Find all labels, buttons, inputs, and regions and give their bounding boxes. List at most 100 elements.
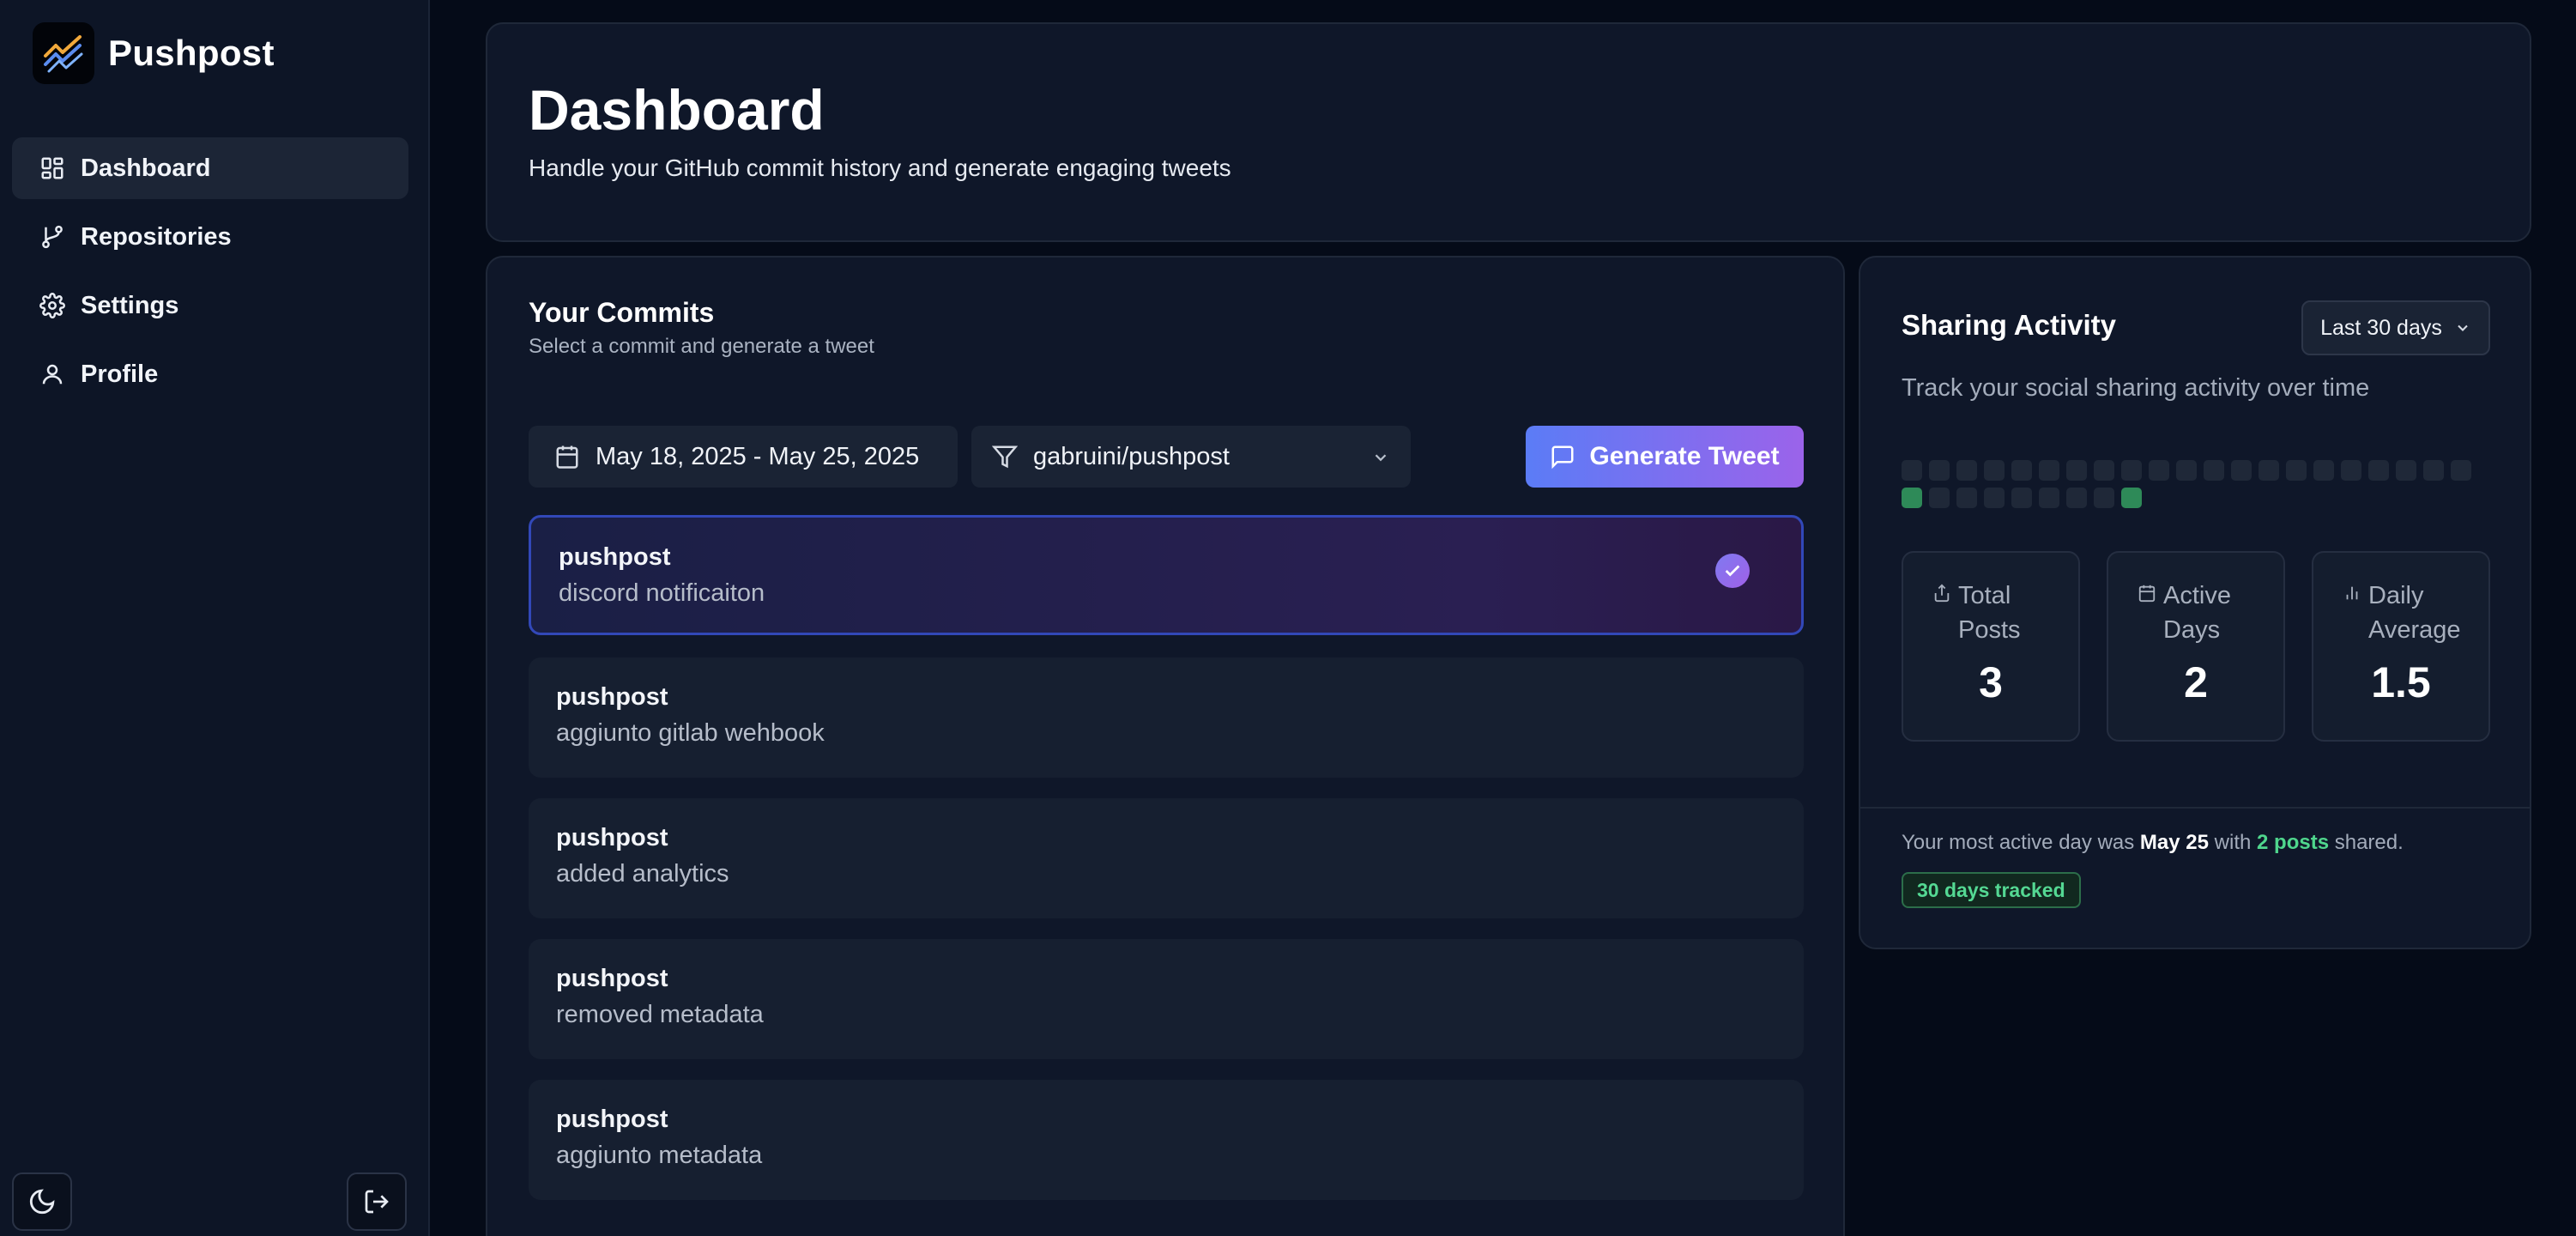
page-title: Dashboard bbox=[529, 78, 825, 142]
heatmap-day-cell[interactable] bbox=[2313, 460, 2334, 481]
chevron-down-icon bbox=[1375, 454, 1387, 462]
stat-label: Daily Average bbox=[2368, 582, 2461, 644]
repository-filter-value: gabruini/pushpost bbox=[1033, 442, 1230, 470]
time-range-select[interactable]: Last 30 days bbox=[2301, 300, 2490, 355]
git-branch-icon bbox=[42, 225, 63, 249]
commit-repo: pushpost bbox=[556, 1106, 668, 1133]
stat-total-posts: Total Posts 3 bbox=[1902, 551, 2080, 742]
activity-subtitle: Track your social sharing activity over … bbox=[1902, 374, 2370, 402]
commit-item[interactable]: pushpost aggiunto gitlab wehbook bbox=[529, 657, 1804, 778]
heatmap-day-cell[interactable] bbox=[1902, 460, 1922, 481]
commits-title: Your Commits bbox=[529, 297, 715, 328]
commit-repo: pushpost bbox=[556, 683, 668, 711]
sidebar: Pushpost Dashboard Repositories Settings bbox=[0, 0, 430, 1236]
time-range-label: Last 30 days bbox=[2320, 315, 2442, 340]
activity-summary: Your most active day was May 25 with 2 p… bbox=[1902, 831, 2404, 855]
heatmap-day-cell[interactable] bbox=[1984, 460, 2005, 481]
moon-icon bbox=[29, 1189, 55, 1215]
stat-label: Active Days bbox=[2163, 582, 2231, 644]
date-range-picker[interactable]: May 18, 2025 - May 25, 2025 bbox=[529, 426, 958, 488]
days-tracked-badge: 30 days tracked bbox=[1902, 872, 2081, 908]
heatmap-day-cell[interactable] bbox=[2011, 460, 2032, 481]
commit-item[interactable]: pushpost removed metadata bbox=[529, 939, 1804, 1059]
stat-value: 2 bbox=[2184, 658, 2208, 706]
calendar-icon bbox=[556, 445, 578, 469]
commit-message: discord notificaiton bbox=[559, 579, 765, 607]
heatmap-day-cell[interactable] bbox=[2039, 460, 2059, 481]
sidebar-item-repositories[interactable]: Repositories bbox=[12, 206, 408, 268]
heatmap-day-cell[interactable] bbox=[2149, 460, 2169, 481]
sharing-activity-panel: Sharing Activity Last 30 days Track your… bbox=[1859, 256, 2531, 949]
heatmap-day-cell[interactable] bbox=[1929, 460, 1950, 481]
generate-tweet-label: Generate Tweet bbox=[1589, 442, 1780, 470]
logout-icon bbox=[365, 1190, 389, 1214]
heatmap-day-cell[interactable] bbox=[2231, 460, 2252, 481]
calendar-icon bbox=[2138, 585, 2156, 603]
heatmap-day-cell[interactable] bbox=[1956, 488, 1977, 508]
heatmap-day-cell[interactable] bbox=[2121, 460, 2142, 481]
dashboard-icon bbox=[41, 157, 63, 179]
heatmap-day-cell[interactable] bbox=[2368, 460, 2389, 481]
heatmap-day-cell[interactable] bbox=[2341, 460, 2361, 481]
page-header: Dashboard Handle your GitHub commit hist… bbox=[486, 22, 2531, 242]
page-subtitle: Handle your GitHub commit history and ge… bbox=[529, 154, 1231, 181]
heatmap-day-cell[interactable] bbox=[1956, 460, 1977, 481]
logout-button[interactable] bbox=[347, 1172, 407, 1231]
stat-label: Total Posts bbox=[1958, 582, 2021, 644]
generate-tweet-button[interactable]: Generate Tweet bbox=[1526, 426, 1804, 488]
commit-repo: pushpost bbox=[556, 824, 668, 851]
filter-icon bbox=[992, 445, 1018, 469]
heatmap-day-cell[interactable] bbox=[2121, 488, 2142, 508]
commit-item[interactable]: pushpost added analytics bbox=[529, 798, 1804, 918]
sidebar-item-label: Settings bbox=[81, 291, 179, 319]
heatmap-day-cell[interactable] bbox=[1929, 488, 1950, 508]
commit-message: removed metadata bbox=[556, 1001, 764, 1028]
chevron-down-icon bbox=[2458, 324, 2468, 331]
heatmap-day-cell[interactable] bbox=[1902, 488, 1922, 508]
most-active-day: May 25 bbox=[2139, 831, 2209, 854]
sidebar-item-settings[interactable]: Settings bbox=[12, 275, 408, 336]
stat-daily-average: Daily Average 1.5 bbox=[2312, 551, 2490, 742]
theme-toggle-button[interactable] bbox=[12, 1172, 72, 1231]
commits-panel: Your Commits Select a commit and generat… bbox=[486, 256, 1845, 1236]
sidebar-item-label: Dashboard bbox=[81, 154, 211, 182]
commit-repo: pushpost bbox=[559, 543, 671, 571]
message-square-icon bbox=[1551, 445, 1574, 470]
commit-message: aggiunto metadata bbox=[556, 1142, 763, 1169]
heatmap-day-cell[interactable] bbox=[2039, 488, 2059, 508]
sidebar-item-label: Profile bbox=[81, 360, 159, 388]
heatmap-day-cell[interactable] bbox=[2423, 460, 2444, 481]
heatmap-day-cell[interactable] bbox=[2396, 460, 2416, 481]
heatmap-day-cell[interactable] bbox=[2286, 460, 2307, 481]
summary-text: shared. bbox=[2334, 831, 2404, 854]
heatmap-day-cell[interactable] bbox=[2259, 460, 2279, 481]
heatmap-day-cell[interactable] bbox=[2094, 488, 2114, 508]
heatmap-day-cell[interactable] bbox=[2066, 460, 2087, 481]
heatmap-day-cell[interactable] bbox=[2451, 460, 2471, 481]
summary-text: with bbox=[2214, 831, 2252, 854]
brand[interactable]: Pushpost bbox=[33, 22, 275, 84]
heatmap-day-cell[interactable] bbox=[2011, 488, 2032, 508]
user-icon bbox=[42, 364, 63, 385]
heatmap-day-cell[interactable] bbox=[2204, 460, 2224, 481]
commit-item[interactable]: pushpost aggiunto metadata bbox=[529, 1080, 1804, 1200]
summary-text: Your most active day was bbox=[1902, 831, 2135, 854]
pushpost-logo-icon bbox=[33, 22, 94, 84]
heatmap-day-cell[interactable] bbox=[2094, 460, 2114, 481]
activity-heatmap bbox=[1902, 460, 2502, 515]
sidebar-item-dashboard[interactable]: Dashboard bbox=[12, 137, 408, 199]
heatmap-day-cell[interactable] bbox=[2176, 460, 2197, 481]
heatmap-day-cell[interactable] bbox=[2066, 488, 2087, 508]
repository-filter-select[interactable]: gabruini/pushpost bbox=[971, 426, 1411, 488]
heatmap-day-cell[interactable] bbox=[1984, 488, 2005, 508]
check-icon bbox=[1715, 554, 1750, 588]
stat-value: 3 bbox=[1979, 658, 2003, 706]
gear-icon bbox=[39, 293, 65, 318]
commit-item[interactable]: pushpost discord notificaiton bbox=[529, 515, 1804, 635]
stat-active-days: Active Days 2 bbox=[2107, 551, 2285, 742]
divider bbox=[1860, 807, 2530, 809]
sidebar-item-profile[interactable]: Profile bbox=[12, 343, 408, 405]
date-range-label: May 18, 2025 - May 25, 2025 bbox=[596, 442, 920, 470]
stat-value: 1.5 bbox=[2371, 658, 2431, 706]
activity-title: Sharing Activity bbox=[1902, 309, 2116, 341]
